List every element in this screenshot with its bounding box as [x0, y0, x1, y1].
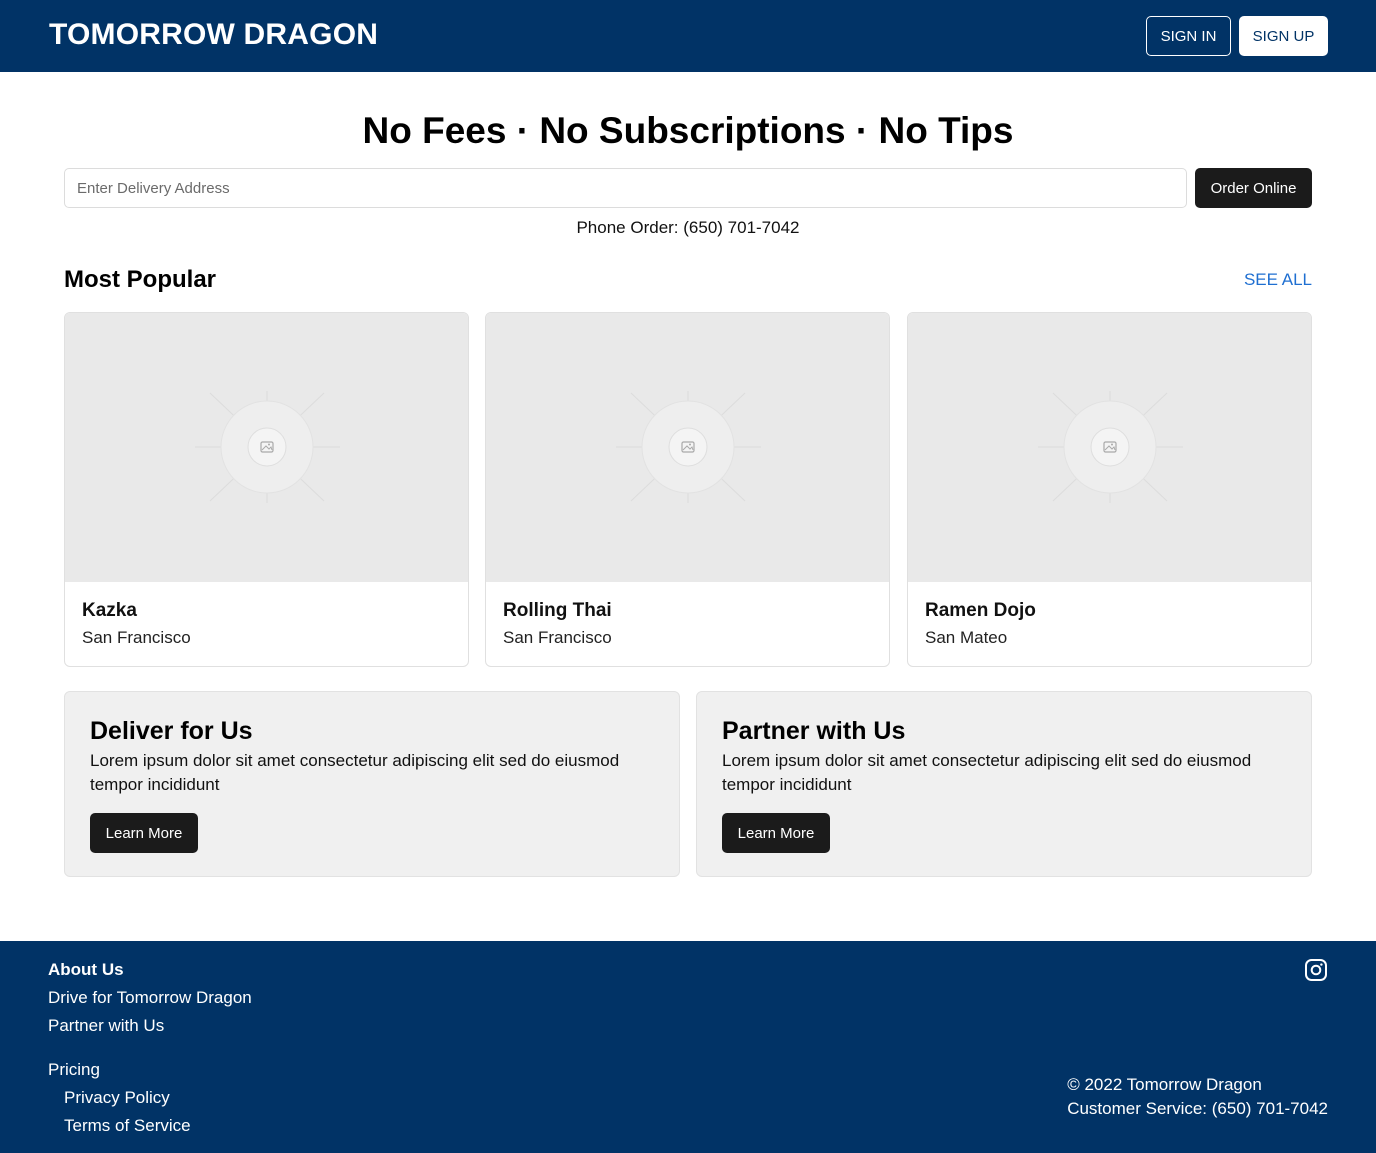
hero-title: No Fees · No Subscriptions · No Tips [362, 110, 1014, 151]
promo-title: Partner with Us [722, 717, 906, 745]
copyright-text: © 2022 Tomorrow Dragon [1067, 1075, 1262, 1094]
order-online-button[interactable]: Order Online [1195, 168, 1312, 208]
restaurant-city: San Francisco [503, 628, 612, 647]
sign-in-button[interactable]: SIGN IN [1146, 16, 1231, 56]
restaurant-card[interactable]: Rolling Thai San Francisco [485, 312, 890, 667]
restaurant-city: San Francisco [82, 628, 191, 647]
footer-about-us-link[interactable]: About Us [48, 960, 124, 980]
restaurant-city: San Mateo [925, 628, 1008, 647]
promo-description: Lorem ipsum dolor sit amet consectetur a… [722, 751, 1252, 794]
phone-order-text: Phone Order: (650) 701-7042 [576, 218, 800, 237]
restaurant-image [65, 313, 468, 582]
most-popular-title: Most Popular [64, 266, 217, 293]
footer-terms-link[interactable]: Terms of Service [64, 1116, 191, 1136]
footer-partner-link[interactable]: Partner with Us [48, 1016, 164, 1036]
instagram-icon[interactable] [1304, 958, 1328, 982]
restaurant-card[interactable]: Ramen Dojo San Mateo [907, 312, 1312, 667]
image-placeholder-icon [616, 391, 761, 503]
footer-copyright-block: © 2022 Tomorrow Dragon Customer Service:… [1067, 1073, 1328, 1121]
footer-privacy-link[interactable]: Privacy Policy [64, 1088, 170, 1108]
customer-service-text: Customer Service: (650) 701-7042 [1067, 1099, 1328, 1118]
sign-up-button[interactable]: SIGN UP [1239, 16, 1328, 56]
restaurant-image [908, 313, 1311, 582]
partner-learn-more-button[interactable]: Learn More [722, 813, 830, 853]
restaurant-name: Rolling Thai [503, 600, 612, 621]
deliver-learn-more-button[interactable]: Learn More [90, 813, 198, 853]
partner-promo-card: Partner with Us Lorem ipsum dolor sit am… [696, 691, 1312, 877]
deliver-promo-card: Deliver for Us Lorem ipsum dolor sit ame… [64, 691, 680, 877]
brand-logo-text[interactable]: TOMORROW DRAGON [49, 18, 378, 52]
restaurant-name: Kazka [82, 600, 137, 621]
restaurant-image [486, 313, 889, 582]
image-placeholder-icon [195, 391, 340, 503]
footer-pricing-link[interactable]: Pricing [48, 1060, 100, 1080]
see-all-link[interactable]: SEE ALL [1230, 270, 1312, 290]
restaurant-card[interactable]: Kazka San Francisco [64, 312, 469, 667]
restaurant-name: Ramen Dojo [925, 600, 1036, 621]
footer-drive-link[interactable]: Drive for Tomorrow Dragon [48, 988, 252, 1008]
promo-title: Deliver for Us [90, 717, 253, 745]
top-navbar: TOMORROW DRAGON SIGN IN SIGN UP [0, 0, 1376, 72]
promo-description: Lorem ipsum dolor sit amet consectetur a… [90, 751, 620, 794]
footer: About Us Drive for Tomorrow Dragon Partn… [0, 941, 1376, 1153]
image-placeholder-icon [1038, 391, 1183, 503]
delivery-address-input[interactable] [64, 168, 1187, 208]
